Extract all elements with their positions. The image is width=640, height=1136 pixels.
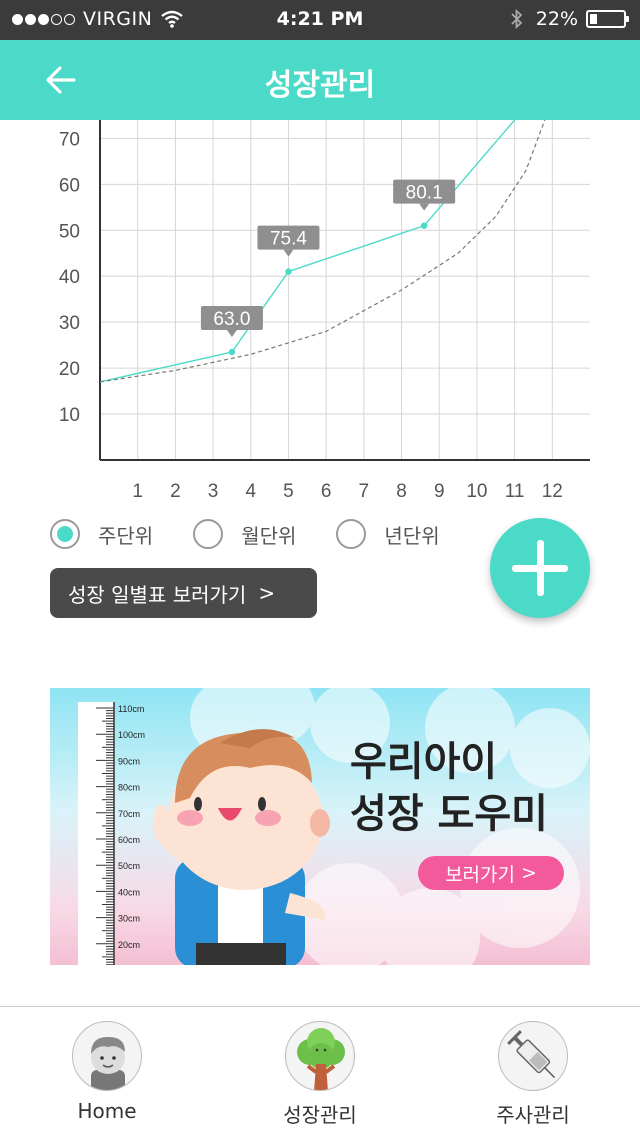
banner-headline: 우리아이 성장 도우미 — [350, 736, 548, 840]
ruler-label: 100cm — [118, 730, 145, 740]
y-tick-label: 40 — [59, 267, 80, 288]
ruler-label: 40cm — [118, 887, 140, 897]
value-label: 63.0 — [213, 309, 250, 330]
data-point — [228, 348, 236, 356]
y-tick-label: 60 — [59, 175, 80, 196]
syringe-icon — [498, 1021, 568, 1091]
radio-circle[interactable] — [336, 519, 367, 549]
banner-cta-label: 보러가기 — [445, 863, 515, 886]
battery-icon — [586, 10, 629, 28]
radio-weekly[interactable]: 주단위 — [50, 515, 153, 553]
data-point — [420, 222, 428, 229]
data-point — [285, 268, 292, 275]
x-tick-label: 7 — [359, 481, 370, 502]
banner-cta-button[interactable]: 보러가기 > — [418, 856, 564, 890]
x-tick-label: 10 — [466, 481, 487, 502]
daily-table-button-label: 성장 일별표 보러가기 — [68, 582, 247, 607]
tab-label: 성장관리 — [283, 1103, 357, 1127]
ruler-label: 90cm — [118, 756, 140, 766]
radio-label: 주단위 — [98, 523, 154, 548]
x-tick-label: 9 — [434, 481, 445, 502]
x-tick-label: 5 — [283, 481, 294, 502]
radio-yearly[interactable]: 년단위 — [336, 515, 440, 553]
x-tick-label: 6 — [321, 481, 332, 502]
value-label: 80.1 — [406, 183, 443, 204]
tab-injection[interactable]: 주사관리 — [463, 1021, 603, 1131]
radio-monthly[interactable]: 월단위 — [193, 515, 296, 553]
x-tick-label: 2 — [170, 481, 181, 502]
radio-label: 년단위 — [384, 523, 440, 548]
radio-circle[interactable] — [50, 519, 80, 549]
value-label-pointer — [226, 330, 237, 338]
page-title: 성장관리 — [264, 68, 376, 103]
y-tick-label: 70 — [59, 129, 80, 150]
x-tick-label: 12 — [542, 481, 563, 502]
ruler-label: 70cm — [118, 809, 140, 819]
growth-chart-svg: 102030405060701 2 3 4 5 6 7 8 9 10 11 1263.075.480.… — [59, 120, 590, 502]
ruler-label: 80cm — [118, 783, 140, 793]
bottom-tab-bar: Home 성장관리 주사관리 — [0, 1006, 640, 1136]
plus-icon — [537, 540, 544, 596]
tab-growth[interactable]: 성장관리 — [250, 1021, 390, 1131]
ruler-label: 60cm — [118, 835, 140, 845]
chevron-right-icon: > — [258, 581, 276, 605]
bluetooth-icon — [511, 9, 523, 29]
app-header: 성장관리 — [0, 40, 640, 120]
value-label-pointer — [419, 203, 430, 211]
tab-home[interactable]: Home — [37, 1021, 177, 1131]
x-tick-label: 3 — [208, 481, 219, 502]
growth-chart: 10 20 30 40 50 60 70 1 2 3 4 5 6 7 8 9 10 11 12 63.0 75.4 80.… — [0, 120, 640, 510]
growth-line — [99, 120, 516, 383]
tab-label: 주사관리 — [496, 1103, 570, 1127]
y-tick-label: 50 — [59, 221, 80, 242]
period-selector: 주단위 월단위 년단위 — [50, 515, 490, 553]
ruler-label: 30cm — [118, 914, 140, 924]
status-bar: VIRGIN 4:21 PM 22% — [0, 0, 640, 40]
banner-headline-line2: 성장 도우미 — [350, 791, 548, 837]
y-tick-label: 10 — [59, 405, 80, 426]
ruler-label: 110cm — [118, 704, 144, 714]
radio-label: 월단위 — [241, 523, 297, 548]
y-tick-label: 30 — [59, 313, 80, 334]
battery-percent: 22% — [535, 8, 578, 30]
add-record-button[interactable] — [490, 518, 590, 618]
value-label-pointer — [283, 249, 294, 257]
battery-group: 22% — [510, 8, 629, 30]
tree-icon — [285, 1021, 355, 1091]
tab-label: Home — [77, 1099, 137, 1123]
boy-avatar-icon — [72, 1021, 142, 1091]
daily-table-button[interactable]: 성장 일별표 보러가기 > — [50, 568, 317, 618]
boy-character-icon — [153, 729, 330, 965]
ruler-label: 20cm — [118, 940, 140, 950]
chevron-right-icon: > — [521, 862, 537, 884]
radio-circle[interactable] — [193, 519, 224, 549]
y-tick-label: 20 — [59, 359, 80, 380]
ruler-label: 50cm — [118, 861, 140, 871]
value-label: 75.4 — [270, 229, 307, 250]
growth-helper-banner[interactable]: 110cm 100cm 90cm 80cm 70cm 60cm 50cm 40cm 30cm 20… — [50, 688, 590, 965]
x-tick-label: 1 — [132, 481, 143, 502]
reference-curve — [99, 120, 546, 383]
ruler-icon — [78, 702, 115, 965]
x-tick-label: 11 — [505, 481, 525, 502]
x-tick-label: 4 — [245, 481, 256, 502]
banner-headline-line1: 우리아이 — [350, 739, 498, 785]
x-tick-label: 8 — [396, 481, 407, 502]
